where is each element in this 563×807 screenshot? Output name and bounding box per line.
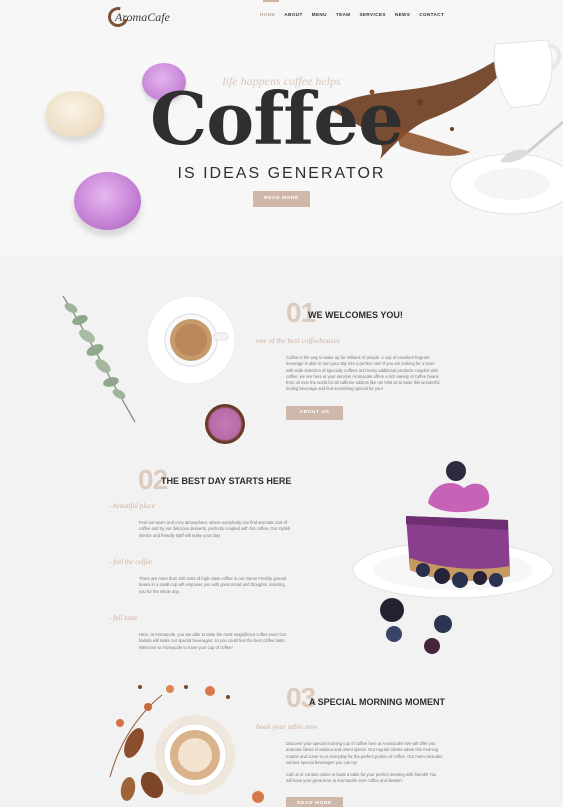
feature-text-full-taste: Here, at Aromacafe, you are able to tast… xyxy=(139,632,287,650)
feature-text-feel-the-coffee: There are more than 100 sorts of high-cl… xyxy=(139,576,287,594)
feature-title-beautiful-place: - beautiful place xyxy=(109,502,155,510)
feature-title-feel-the-coffee: - feel the coffee xyxy=(109,558,152,566)
morning-moment-text-2: Call us or contact online to book a tabl… xyxy=(286,772,437,784)
logo[interactable]: AromaCafe xyxy=(104,3,180,31)
nav-item-news[interactable]: NEWS xyxy=(395,12,410,17)
nav-item-services[interactable]: SERVICES xyxy=(360,12,386,17)
about-us-button[interactable]: ABOUT US xyxy=(286,406,343,420)
welcome-title: WE WELCOMES YOU! xyxy=(308,310,403,320)
morning-read-more-button[interactable]: READ MORE xyxy=(286,797,343,807)
site-header: AromaCafe HOME ABOUT MENU TEAM SERVICES … xyxy=(0,0,563,34)
nav-item-about[interactable]: ABOUT xyxy=(284,12,302,17)
best-day-title: THE BEST DAY STARTS HERE xyxy=(161,476,292,486)
feature-title-full-taste: - full taste xyxy=(109,614,138,622)
nav-item-home[interactable]: HOME xyxy=(260,12,275,17)
morning-moment-title: A SPECIAL MORNING MOMENT xyxy=(309,697,446,707)
landing-page: AromaCafe HOME ABOUT MENU TEAM SERVICES … xyxy=(0,0,563,807)
latte-decor-image xyxy=(109,685,264,803)
nav-item-contact[interactable]: CONTACT xyxy=(419,12,444,17)
coffee-cup-image xyxy=(146,295,236,385)
hero-section: life happens coffee helps Coffee IS IDEA… xyxy=(0,34,563,256)
nav-item-menu[interactable]: MENU xyxy=(312,12,327,17)
macaron-small-image xyxy=(205,404,245,444)
welcome-subtitle: one of the best coffeehouses xyxy=(256,336,340,345)
morning-moment-subtitle: book your table now xyxy=(256,722,318,731)
hero-read-more-button[interactable]: READ MORE xyxy=(253,191,310,207)
welcome-text: Coffee is the way to wake up for million… xyxy=(286,355,440,392)
hero-subtitle: IS IDEAS GENERATOR xyxy=(177,165,386,182)
nav-item-team[interactable]: TEAM xyxy=(336,12,351,17)
main-nav: HOME ABOUT MENU TEAM SERVICES NEWS CONTA… xyxy=(260,12,444,17)
hero-title: Coffee xyxy=(150,76,404,161)
logo-text: AromaCafe xyxy=(115,10,170,24)
nav-active-indicator xyxy=(263,0,279,2)
morning-moment-text-1: Discover your special morning cup of cof… xyxy=(286,741,443,765)
feature-text-beautiful-place: Feel our warm and cozy atmosphere, where… xyxy=(139,520,291,538)
berry-cake-image xyxy=(352,461,554,654)
